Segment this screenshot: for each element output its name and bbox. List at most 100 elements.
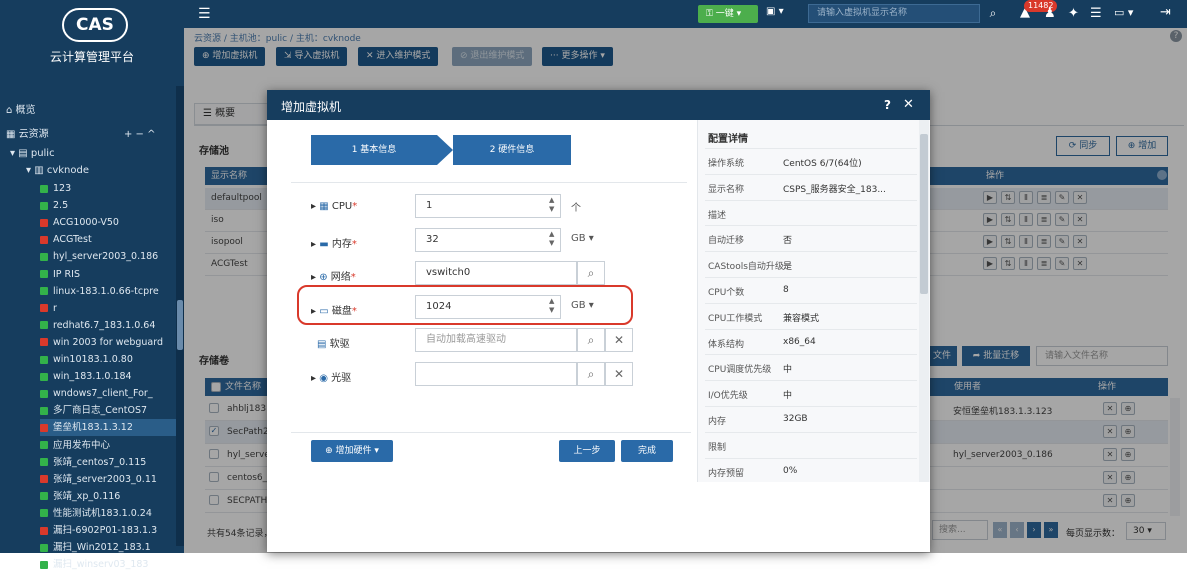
sidebar-vm-item[interactable]: 张靖_xp_0.116	[40, 488, 178, 505]
vm-name: ACG1000-V50	[53, 217, 119, 229]
network-search-icon[interactable]: ⌕	[577, 261, 605, 285]
disk-unit-select[interactable]: GB ▾	[571, 300, 594, 311]
detail-key: 显示名称	[708, 184, 745, 195]
cpu-label: ▸ ▦ CPU*	[311, 201, 358, 212]
sidebar-vm-item[interactable]: 漏扫_winserv03_183	[40, 556, 178, 573]
cpu-icon: ▦	[319, 201, 329, 212]
detail-value: 是	[783, 262, 793, 273]
sidebar-vm-item[interactable]: ACGTest	[40, 231, 178, 248]
floppy-input[interactable]: 自动加载高速驱动	[415, 328, 577, 352]
vm-name: 漏扫_winserv03_183	[53, 559, 149, 571]
sidebar-vm-item[interactable]: redhat6.7_183.1.0.64	[40, 317, 178, 334]
vm-running-icon	[40, 372, 48, 381]
sidebar-vm-item[interactable]: hyl_server2003_0.186	[40, 248, 178, 265]
quick-button[interactable]: ⚿ 一键 ▾	[698, 5, 758, 23]
sidebar-vm-item[interactable]: win10183.1.0.80	[40, 351, 178, 368]
globe-icon: ⊕	[319, 272, 328, 283]
detail-key: 内存预留	[708, 468, 745, 479]
sidebar-vm-item[interactable]: IP RIS	[40, 266, 178, 283]
network-input[interactable]: vswitch0	[415, 261, 577, 285]
dialog-close-icon[interactable]: ✕	[903, 97, 914, 112]
sidebar-vm-item[interactable]: r	[40, 300, 178, 317]
floppy-search-icon[interactable]: ⌕	[577, 328, 605, 352]
step-arrow-icon	[437, 135, 453, 165]
sidebar-vm-item[interactable]: 性能测试机183.1.0.24	[40, 505, 178, 522]
detail-key: I/O优先级	[708, 391, 748, 402]
step-basic-info[interactable]: 1 基本信息	[311, 135, 437, 165]
tree-host[interactable]: ▾ ▥ cvknode	[26, 162, 176, 180]
memory-unit-select[interactable]: GB ▾	[571, 233, 594, 244]
pool-icon: ▤	[18, 148, 31, 159]
sidebar-vm-item[interactable]: 应用发布中心	[40, 437, 178, 454]
sidebar-vm-item[interactable]: 漏扫_Win2012_183.1	[40, 539, 178, 556]
sidebar-vm-item[interactable]: linux-183.1.0.66-tcpre	[40, 283, 178, 300]
footer-divider	[291, 432, 691, 433]
monitor-dropdown[interactable]: ▣ ▾	[766, 6, 784, 17]
vm-name: 2.5	[53, 200, 69, 212]
vm-running-icon	[40, 406, 48, 415]
list-icon[interactable]: ☰	[1090, 6, 1102, 21]
sidebar-vm-item[interactable]: ACG1000-V50	[40, 214, 178, 231]
details-divider	[705, 354, 917, 356]
sidebar-vm-item[interactable]: 堡垒机183.1.3.12	[40, 419, 178, 437]
tree-pool[interactable]: ▾ ▤ pulic	[10, 145, 180, 163]
sidebar-vm-item[interactable]: 张靖_centos7_0.115	[40, 454, 178, 471]
sidebar-vm-item[interactable]: wndows7_client_For_	[40, 385, 178, 402]
detail-key: 自动迁移	[708, 236, 745, 247]
step-hardware-info[interactable]: 2 硬件信息	[453, 135, 571, 165]
cdrom-search-icon[interactable]: ⌕	[577, 362, 605, 386]
top-bar: ☰ ⚿ 一键 ▾ ▣ ▾ 请输入虚拟机显示名称 ⌕ ▲ 11482 ♟ ✦ ☰ …	[184, 0, 1187, 28]
vm-running-icon	[40, 287, 48, 296]
sidebar-vm-item[interactable]: 张靖_server2003_0.11	[40, 471, 178, 488]
detail-value: 32GB	[783, 414, 808, 424]
pin-icon[interactable]: ✦	[1068, 6, 1079, 21]
vm-name: 应用发布中心	[53, 439, 111, 451]
logout-icon[interactable]: ⇥	[1160, 5, 1171, 20]
vm-name: hyl_server2003_0.186	[53, 251, 159, 263]
sidebar-scrollbar-thumb[interactable]	[177, 300, 183, 350]
vm-name: 漏扫_Win2012_183.1	[53, 542, 151, 554]
hamburger-icon[interactable]: ☰	[198, 6, 211, 22]
key-icon: ⚿	[706, 9, 716, 19]
memory-input[interactable]: 32	[415, 228, 561, 252]
finish-button[interactable]: 完成	[621, 440, 673, 462]
cdrom-remove-icon[interactable]: ✕	[605, 362, 633, 386]
vm-stopped-icon	[40, 526, 48, 535]
memory-spinner[interactable]: ▲ ▼	[549, 230, 554, 248]
platform-title: 云计算管理平台	[49, 50, 134, 64]
user-icon[interactable]: ♟	[1044, 6, 1056, 21]
sidebar-vm-item[interactable]: 漏扫-6902P01-183.1.3	[40, 522, 178, 539]
vm-stopped-icon	[40, 218, 48, 227]
sidebar-vm-item[interactable]: 123	[40, 180, 178, 197]
prev-step-button[interactable]: 上一步	[559, 440, 615, 462]
dialog-help-icon[interactable]: ?	[884, 98, 891, 112]
sidebar-vm-item[interactable]: win 2003 for webguard	[40, 334, 178, 351]
cpu-input[interactable]: 1	[415, 194, 561, 218]
vm-stopped-icon	[40, 423, 48, 432]
detail-key: CAStools自动升级	[708, 262, 784, 273]
vm-name: win10183.1.0.80	[53, 354, 133, 365]
vm-search-input[interactable]: 请输入虚拟机显示名称	[808, 4, 980, 23]
resources-tools[interactable]: + − ^	[124, 126, 156, 144]
sidebar-vm-item[interactable]: 多厂商日志_CentOS7	[40, 402, 178, 419]
screen-dropdown[interactable]: ▭ ▾	[1114, 6, 1133, 19]
plus-icon: ⊕	[325, 446, 336, 456]
search-icon[interactable]: ⌕	[982, 4, 1004, 23]
sidebar-vm-item[interactable]: 2.5	[40, 197, 178, 214]
sidebar-item-resources[interactable]: ▦ 云资源 + − ^	[6, 126, 176, 144]
floppy-remove-icon[interactable]: ✕	[605, 328, 633, 352]
add-vm-dialog: 增加虚拟机 ? ✕ 1 基本信息 2 硬件信息 ▸ ▦ CPU* 1 ▲ ▼ 个 …	[267, 90, 930, 552]
add-hardware-button[interactable]: ⊕ 增加硬件 ▾	[311, 440, 393, 462]
dialog-title: 增加虚拟机	[281, 100, 342, 114]
cas-logo-icon: CAS	[62, 8, 128, 42]
disk-input[interactable]: 1024	[415, 295, 561, 319]
vm-name: wndows7_client_For_	[53, 388, 153, 400]
vm-running-icon	[40, 184, 48, 193]
sidebar-item-overview[interactable]: ⌂ 概览	[6, 102, 176, 120]
cpu-spinner[interactable]: ▲ ▼	[549, 196, 554, 214]
sidebar-vm-item[interactable]: win_183.1.0.184	[40, 368, 178, 385]
dialog-header: 增加虚拟机 ? ✕	[267, 90, 930, 120]
disk-spinner[interactable]: ▲ ▼	[549, 297, 554, 315]
details-scrollbar-thumb[interactable]	[920, 134, 928, 294]
cdrom-input[interactable]	[415, 362, 577, 386]
